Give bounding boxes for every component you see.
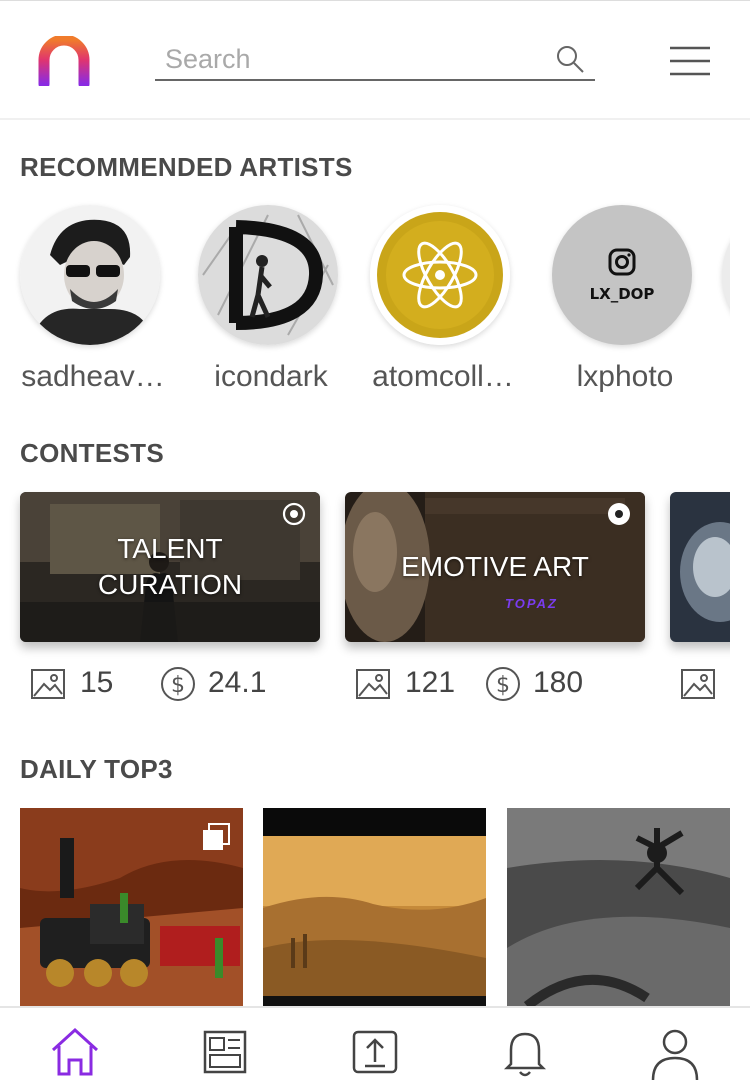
artist-item[interactable]: icondark [186, 205, 356, 395]
avatar[interactable] [370, 205, 510, 345]
contest-title[interactable]: EMOTIVE ART [345, 492, 645, 642]
contest-item[interactable]: TOPAZ EMOTIVE ART 121 $ 180 [345, 492, 645, 701]
contest-stats: 121 $ 180 [355, 664, 655, 704]
image-icon [31, 669, 65, 699]
contest-item[interactable]: TALENT CURATION 15 $ 24.1 [20, 492, 320, 701]
contest-stats: 15 $ 24.1 [30, 664, 330, 704]
avatar[interactable] [20, 205, 160, 345]
artist-item[interactable]: sadheav… [8, 205, 178, 395]
instagram-icon [608, 248, 636, 276]
search-input[interactable] [165, 41, 545, 77]
multiple-images-icon [203, 823, 230, 850]
artists-carousel[interactable]: sadheav… icondark atomcoll… LX_DOP lxpho… [0, 200, 730, 400]
artist-name[interactable]: lxphoto [540, 360, 710, 394]
avatar[interactable]: LX_DOP [552, 205, 692, 345]
top3-image[interactable] [507, 808, 730, 1006]
image-icon [681, 669, 715, 699]
avatar-label: LX_DOP [589, 285, 655, 303]
top3-image[interactable] [20, 808, 243, 1006]
contest-item[interactable] [670, 492, 730, 699]
avatar[interactable] [722, 205, 730, 345]
app-header [0, 0, 750, 120]
bottom-navigation [0, 1006, 750, 1087]
home-icon[interactable] [45, 1022, 105, 1082]
contests-title: CONTESTS [20, 438, 164, 468]
recommended-artists-title: RECOMMENDED ARTISTS [20, 152, 353, 182]
radio-icon[interactable] [282, 502, 306, 526]
images-count: 15 [80, 666, 114, 699]
contests-carousel[interactable]: TALENT CURATION 15 $ 24.1 TOPAZ EMOTIVE … [0, 490, 730, 720]
artist-item[interactable]: LX_DOP lxphoto [540, 205, 710, 395]
svg-text:$: $ [171, 673, 185, 698]
contest-stats [680, 664, 730, 704]
search-bar [155, 41, 595, 81]
svg-text:$: $ [496, 673, 510, 698]
image-icon [356, 669, 390, 699]
artist-item[interactable]: atomcoll… [358, 205, 528, 395]
contest-card[interactable]: TALENT CURATION [20, 492, 320, 642]
radio-icon[interactable] [607, 502, 631, 526]
hamburger-menu-icon[interactable] [668, 45, 712, 77]
app-logo-icon[interactable] [38, 36, 90, 86]
bell-icon[interactable] [495, 1022, 555, 1082]
user-icon[interactable] [645, 1022, 705, 1082]
images-count: 121 [405, 666, 456, 699]
top3-image[interactable] [263, 808, 486, 1006]
daily-top3-title: DAILY TOP3 [20, 754, 173, 784]
artist-name[interactable]: icondark [186, 360, 356, 394]
artist-name[interactable]: atomcoll… [358, 360, 528, 394]
dollar-icon: $ [486, 667, 520, 701]
avatar[interactable] [198, 205, 338, 345]
contest-card[interactable]: TOPAZ EMOTIVE ART [345, 492, 645, 642]
artist-name[interactable]: sadheav… [8, 360, 178, 394]
daily-top3-gallery [0, 806, 750, 1006]
prize-amount: 24.1 [208, 666, 267, 699]
search-icon[interactable] [555, 44, 585, 74]
contest-card[interactable] [670, 492, 730, 642]
dollar-icon: $ [161, 667, 195, 701]
prize-amount: 180 [533, 666, 584, 699]
upload-icon[interactable] [345, 1022, 405, 1082]
feed-icon[interactable] [195, 1022, 255, 1082]
contest-title[interactable]: TALENT CURATION [20, 492, 320, 642]
